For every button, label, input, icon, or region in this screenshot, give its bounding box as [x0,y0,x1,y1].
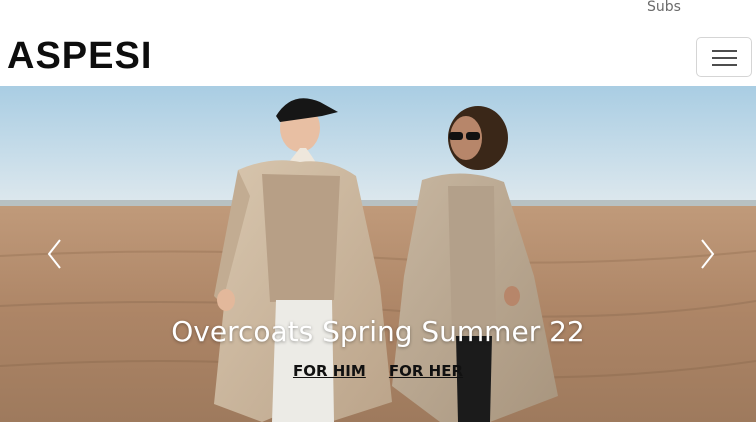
carousel-prev-button[interactable] [40,234,70,274]
hero-links: FOR HIM FOR HER [0,361,756,380]
for-him-link[interactable]: FOR HIM [293,362,366,380]
for-her-link[interactable]: FOR HER [389,362,463,380]
brand-logo[interactable]: ASPESI [7,37,152,75]
top-bar: Subs [0,0,756,18]
subscribe-link[interactable]: Subs [647,0,687,15]
site-header: ASPESI [0,18,756,86]
hero-title: Overcoats Spring Summer 22 [171,315,585,348]
chevron-left-icon [47,239,61,269]
carousel-next-button[interactable] [692,234,722,274]
chevron-right-icon [701,239,715,269]
hero-carousel: Overcoats Spring Summer 22 FOR HIM FOR H… [0,86,756,422]
menu-toggle-button[interactable] [696,37,752,77]
